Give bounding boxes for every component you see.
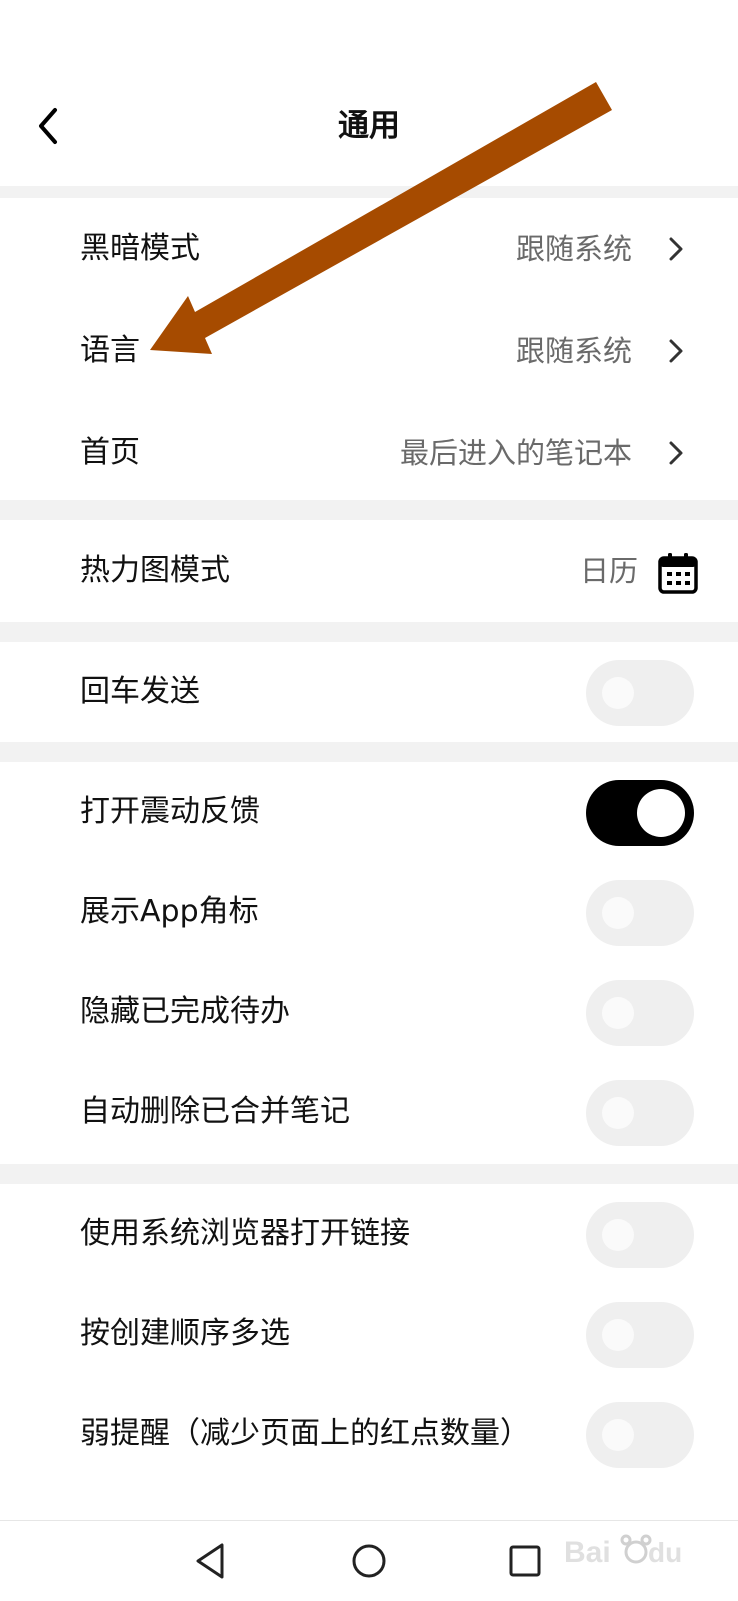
setting-label: 打开震动反馈 <box>80 794 260 829</box>
calendar-icon <box>658 553 698 594</box>
setting-label: 隐藏已完成待办 <box>80 994 290 1029</box>
chevron-right-icon <box>669 441 683 465</box>
vibration-toggle[interactable] <box>586 780 694 846</box>
setting-app-badge: 展示App角标 <box>0 862 738 962</box>
home-circle-icon[interactable] <box>347 1539 391 1583</box>
setting-value: 日历 <box>579 554 638 588</box>
setting-hide-done-todos: 隐藏已完成待办 <box>0 962 738 1062</box>
baidu-watermark-icon: Bai du <box>564 1534 682 1569</box>
setting-label: 首页 <box>80 435 140 470</box>
setting-label: 自动删除已合并笔记 <box>80 1094 350 1129</box>
toggle-knob <box>637 789 685 837</box>
setting-label: 语言 <box>80 333 140 368</box>
toggle-knob <box>602 1419 634 1451</box>
recents-square-icon[interactable] <box>503 1539 547 1583</box>
enter-send-toggle[interactable] <box>586 660 694 726</box>
setting-vibration: 打开震动反馈 <box>0 762 738 862</box>
back-triangle-icon[interactable] <box>190 1539 234 1583</box>
svg-text:du: du <box>648 1537 682 1568</box>
settings-group-appearance: 黑暗模式 跟随系统 语言 跟随系统 首页 最后进入的笔记本 <box>0 198 738 500</box>
page-title: 通用 <box>338 108 400 144</box>
app-badge-toggle[interactable] <box>586 880 694 946</box>
settings-group-misc: 使用系统浏览器打开链接 按创建顺序多选 弱提醒（减少页面上的红点数量） <box>0 1184 738 1520</box>
setting-value: 跟随系统 <box>515 232 632 266</box>
toggle-knob <box>602 1097 634 1129</box>
svg-text:Bai: Bai <box>564 1536 611 1569</box>
toggle-knob <box>602 897 634 929</box>
hide-done-todos-toggle[interactable] <box>586 980 694 1046</box>
settings-group-heatmap: 热力图模式 日历 <box>0 520 738 622</box>
toggle-knob <box>602 1219 634 1251</box>
system-browser-toggle[interactable] <box>586 1202 694 1268</box>
setting-auto-delete-merged: 自动删除已合并笔记 <box>0 1062 738 1162</box>
setting-enter-send: 回车发送 <box>0 642 738 742</box>
chevron-right-icon <box>669 339 683 363</box>
settings-group-feedback: 打开震动反馈 展示App角标 隐藏已完成待办 自动删除已合并笔记 <box>0 762 738 1164</box>
setting-language[interactable]: 语言 跟随系统 <box>0 300 738 402</box>
toggle-knob <box>602 997 634 1029</box>
auto-delete-merged-toggle[interactable] <box>586 1080 694 1146</box>
setting-dark-mode[interactable]: 黑暗模式 跟随系统 <box>0 198 738 300</box>
setting-value: 跟随系统 <box>515 334 632 368</box>
toggle-knob <box>602 1319 634 1351</box>
setting-label: 回车发送 <box>80 674 200 709</box>
setting-label: 使用系统浏览器打开链接 <box>80 1216 410 1251</box>
setting-home-page[interactable]: 首页 最后进入的笔记本 <box>0 402 738 504</box>
setting-label: 展示App角标 <box>80 894 259 929</box>
setting-value: 最后进入的笔记本 <box>399 436 632 470</box>
toggle-knob <box>602 677 634 709</box>
chevron-right-icon <box>669 237 683 261</box>
setting-creation-order-select: 按创建顺序多选 <box>0 1284 738 1384</box>
setting-label: 弱提醒（减少页面上的红点数量） <box>80 1416 530 1451</box>
header-bar: 通用 <box>0 0 738 186</box>
weak-reminder-toggle[interactable] <box>586 1402 694 1468</box>
setting-label: 热力图模式 <box>80 553 230 588</box>
settings-group-enter-send: 回车发送 <box>0 642 738 742</box>
creation-order-select-toggle[interactable] <box>586 1302 694 1368</box>
setting-label: 黑暗模式 <box>80 231 200 266</box>
setting-weak-reminder: 弱提醒（减少页面上的红点数量） <box>0 1384 738 1484</box>
setting-label: 按创建顺序多选 <box>80 1316 290 1351</box>
setting-heatmap-mode[interactable]: 热力图模式 日历 <box>0 520 738 622</box>
setting-system-browser: 使用系统浏览器打开链接 <box>0 1184 738 1284</box>
